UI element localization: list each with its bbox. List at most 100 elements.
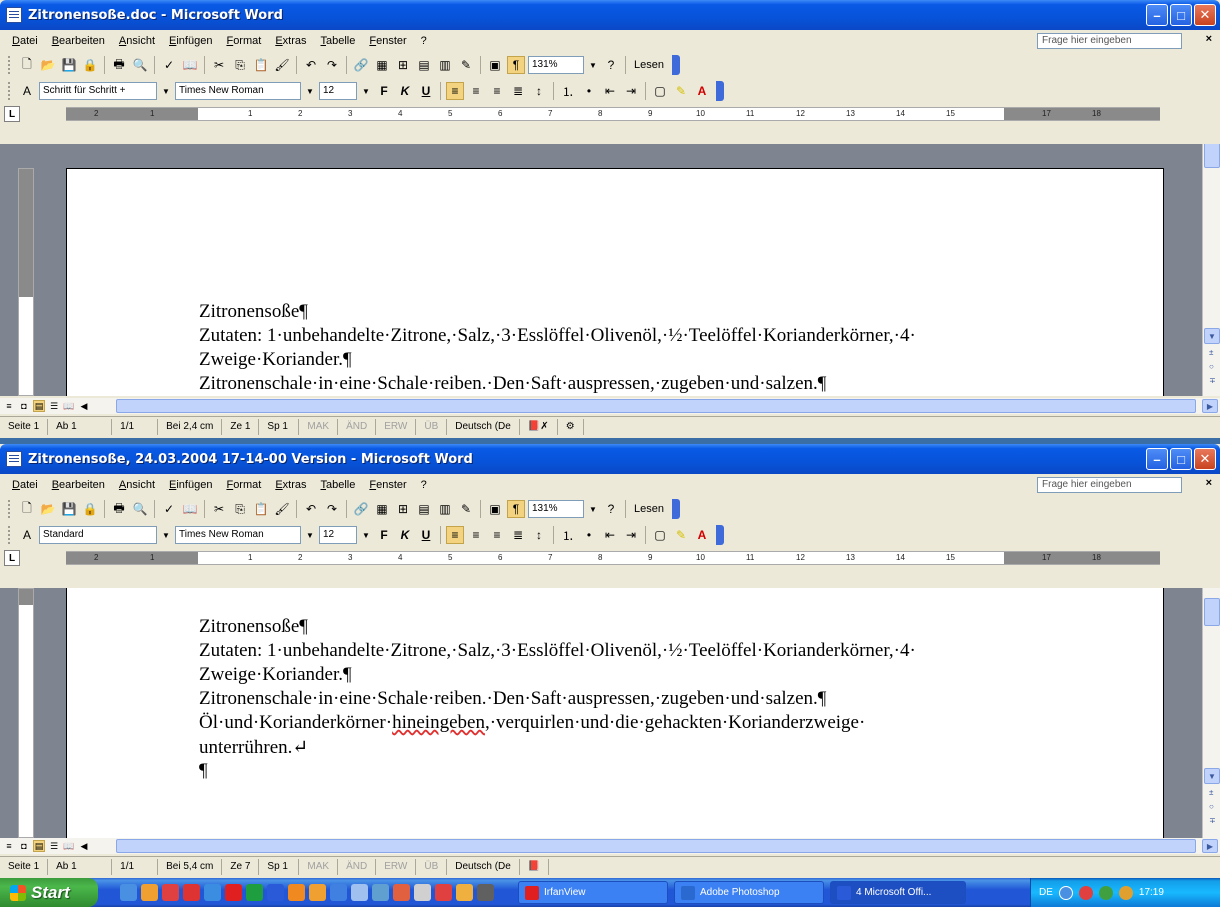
language-indicator[interactable]: DE	[1039, 887, 1053, 898]
doc-line[interactable]: Zitronensoße¶	[199, 616, 308, 638]
clock[interactable]: 17:19	[1139, 887, 1164, 898]
spelling-icon[interactable]: ✓	[160, 56, 178, 74]
h-scroll-thumb[interactable]	[116, 399, 1196, 413]
align-left-icon[interactable]: ≡	[446, 82, 464, 100]
styles-pane-icon[interactable]: A	[18, 82, 36, 100]
doc-close-icon[interactable]: ×	[1206, 477, 1212, 489]
border-icon[interactable]: ▢	[651, 526, 669, 544]
open-icon[interactable]: 📂	[39, 500, 57, 518]
excel-icon[interactable]	[246, 884, 263, 901]
outline-view-icon[interactable]: ☰	[48, 400, 60, 412]
horizontal-ruler[interactable]: 2 1 1 2 3 4 5 6 7 8 9 10 11 12 13 14 15 …	[66, 551, 1160, 565]
status-extend[interactable]: ERW	[376, 418, 417, 435]
close-button[interactable]: ✕	[1194, 448, 1216, 470]
zoom-dropdown-icon[interactable]: ▼	[587, 56, 599, 74]
underline-button[interactable]: U	[417, 526, 435, 544]
macro-status-icon[interactable]: ⚙	[558, 418, 584, 435]
font-select[interactable]: Times New Roman	[175, 526, 301, 544]
insert-table-icon[interactable]: ⊞	[394, 500, 412, 518]
vertical-ruler[interactable]	[18, 588, 34, 838]
style-select[interactable]: Standard	[39, 526, 157, 544]
highlight-icon[interactable]: ✎	[672, 82, 690, 100]
align-left-icon[interactable]: ≡	[446, 526, 464, 544]
prev-page-icon[interactable]: ±	[1209, 348, 1213, 357]
web-view-icon[interactable]: ◘	[18, 400, 30, 412]
bullets-icon[interactable]: •	[580, 82, 598, 100]
spelling-error[interactable]: hineingeben	[392, 712, 485, 733]
doc-line[interactable]: unterrühren.↵	[199, 736, 308, 759]
quicklaunch-icon[interactable]	[162, 884, 179, 901]
read-button[interactable]: Lesen	[631, 503, 667, 515]
spelling-icon[interactable]: ✓	[160, 500, 178, 518]
minimize-button[interactable]: –	[1146, 448, 1168, 470]
menu-bearbeiten[interactable]: Bearbeiten	[52, 35, 105, 47]
redo-icon[interactable]: ↷	[323, 56, 341, 74]
hyperlink-icon[interactable]: 🔗	[352, 56, 370, 74]
decrease-indent-icon[interactable]: ⇤	[601, 82, 619, 100]
spelling-status-icon[interactable]: 📕✗	[520, 418, 558, 435]
menu-fenster[interactable]: Fenster	[369, 479, 406, 491]
tray-icon[interactable]	[1078, 885, 1093, 900]
toolbar-grip[interactable]	[8, 526, 11, 544]
menu-format[interactable]: Format	[226, 35, 261, 47]
minimize-button[interactable]: –	[1146, 4, 1168, 26]
scroll-down-icon[interactable]: ▼	[1204, 328, 1220, 344]
task-photoshop[interactable]: Adobe Photoshop	[674, 881, 824, 904]
task-word-group[interactable]: 4 Microsoft Offi...	[830, 881, 966, 904]
justify-icon[interactable]: ≣	[509, 82, 527, 100]
copy-icon[interactable]: ⎘	[231, 500, 249, 518]
align-center-icon[interactable]: ≡	[467, 82, 485, 100]
tray-icon[interactable]	[1118, 885, 1133, 900]
font-color-icon[interactable]: A	[693, 82, 711, 100]
toolbar-options-icon[interactable]	[671, 55, 680, 75]
task-irfanview[interactable]: IrfanView	[518, 881, 668, 904]
spelling-status-icon[interactable]: 📕	[520, 858, 550, 875]
document-page[interactable]: Zitronensoße¶ Zutaten: 1·unbehandelte·Zi…	[66, 588, 1164, 838]
horizontal-ruler[interactable]: 2 1 1 2 3 4 5 6 7 8 9 10 11 12 13 14 15 …	[66, 107, 1160, 121]
columns-icon[interactable]: ▥	[436, 56, 454, 74]
menu-einfuegen[interactable]: Einfügen	[169, 35, 212, 47]
document-page[interactable]: Zitronensoße¶ Zutaten: 1·unbehandelte·Zi…	[66, 168, 1164, 396]
bold-button[interactable]: F	[375, 526, 393, 544]
save-icon[interactable]: 💾	[60, 500, 78, 518]
format-painter-icon[interactable]: 🖌	[273, 500, 291, 518]
word-doc-icon[interactable]	[6, 451, 22, 467]
doc-line[interactable]: ¶	[199, 760, 208, 782]
menu-datei[interactable]: Datei	[12, 35, 38, 47]
title-bar[interactable]: Zitronensoße.doc - Microsoft Word – □ ✕	[0, 0, 1220, 30]
paste-icon[interactable]: 📋	[252, 500, 270, 518]
tab-selector[interactable]: L	[4, 550, 20, 566]
horizontal-scrollbar[interactable]: ≡ ◘ ▤ ☰ 📖 ◀ ▶	[0, 838, 1220, 854]
justify-icon[interactable]: ≣	[509, 526, 527, 544]
status-language[interactable]: Deutsch (De	[447, 858, 520, 875]
menu-tabelle[interactable]: Tabelle	[321, 479, 356, 491]
cut-icon[interactable]: ✂	[210, 500, 228, 518]
status-track-changes[interactable]: ÄND	[338, 418, 377, 435]
h-scroll-thumb[interactable]	[116, 839, 1196, 853]
start-button[interactable]: Start	[0, 878, 98, 907]
font-dropdown-icon[interactable]: ▼	[304, 526, 316, 544]
close-button[interactable]: ✕	[1194, 4, 1216, 26]
help-icon[interactable]: ?	[602, 500, 620, 518]
menu-ansicht[interactable]: Ansicht	[119, 479, 155, 491]
tray-icon[interactable]	[1098, 885, 1113, 900]
quicklaunch-icon[interactable]	[477, 884, 494, 901]
undo-icon[interactable]: ↶	[302, 500, 320, 518]
quicklaunch-icon[interactable]	[414, 884, 431, 901]
new-icon[interactable]: 🗋	[18, 56, 36, 74]
maximize-button[interactable]: □	[1170, 448, 1192, 470]
horizontal-scrollbar[interactable]: ≡ ◘ ▤ ☰ 📖 ◀ ▶	[0, 398, 1220, 414]
status-macro[interactable]: MAK	[299, 858, 339, 875]
browse-object-icon[interactable]: ○	[1209, 802, 1214, 811]
scroll-down-icon[interactable]: ▼	[1204, 768, 1220, 784]
quicklaunch-icon[interactable]	[141, 884, 158, 901]
font-size-select[interactable]: 12	[319, 82, 357, 100]
doc-line[interactable]: Zitronenschale·in·eine·Schale·reiben.·De…	[199, 373, 826, 395]
menu-fenster[interactable]: Fenster	[369, 35, 406, 47]
drawing-icon[interactable]: ✎	[457, 56, 475, 74]
quicklaunch-icon[interactable]	[372, 884, 389, 901]
paste-icon[interactable]: 📋	[252, 56, 270, 74]
next-page-icon[interactable]: ∓	[1209, 376, 1216, 385]
title-bar[interactable]: Zitronensoße, 24.03.2004 17-14-00 Versio…	[0, 444, 1220, 474]
border-icon[interactable]: ▢	[651, 82, 669, 100]
